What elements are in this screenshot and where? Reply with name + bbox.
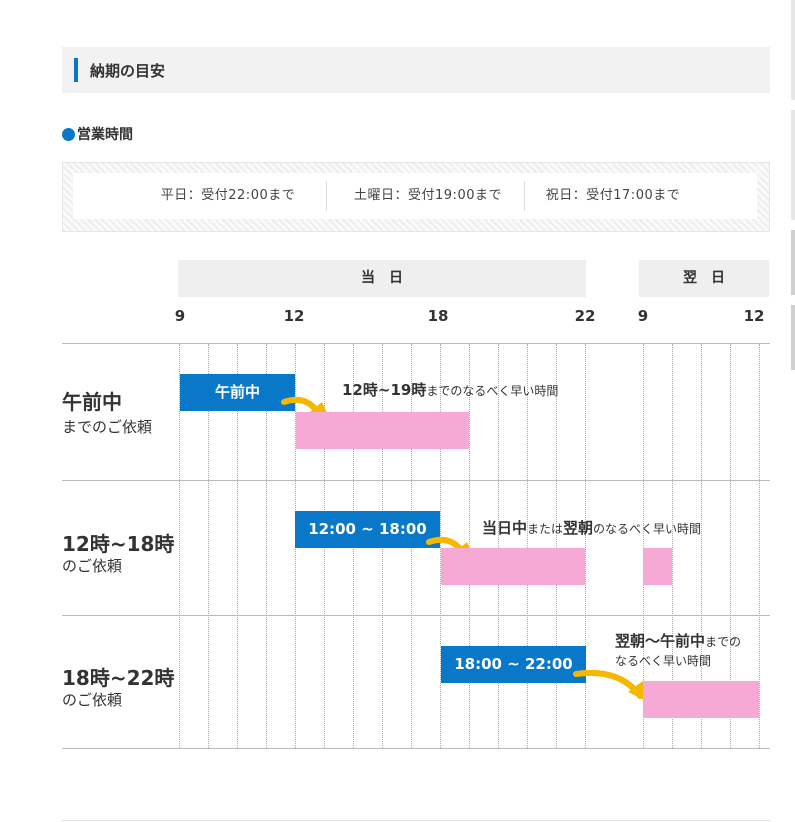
delivery-note-line2: なるべく早い時間 (615, 654, 712, 668)
hours-holiday: 祝日：受付17:00まで (545, 188, 681, 203)
tick-label: 12 (743, 307, 765, 325)
edge-fragment (791, 230, 795, 295)
edge-fragment (791, 305, 795, 370)
row-subtitle: までのご依頼 (62, 418, 153, 436)
hours-divider (326, 181, 327, 211)
tick-label: 18 (427, 307, 449, 325)
grid-line (556, 344, 557, 748)
tick-label: 22 (574, 307, 596, 325)
delivery-window-box (643, 548, 672, 585)
request-window-box: 18:00 ~ 22:00 (441, 646, 586, 683)
business-hours-title: 営業時間 (77, 127, 133, 143)
delivery-note: 当日中または翌朝のなるべく早い時間 (482, 519, 702, 537)
page-bottom-divider (62, 820, 770, 821)
business-hours-box: 平日：受付22:00まで 土曜日：受付19:00まで 祝日：受付17:00まで (73, 173, 757, 219)
hours-divider (524, 181, 525, 211)
business-hours-panel: 平日：受付22:00まで 土曜日：受付19:00まで 祝日：受付17:00まで (62, 162, 770, 232)
row-divider (62, 615, 770, 616)
grid-line (498, 344, 499, 748)
row-subtitle: のご依頼 (62, 557, 123, 575)
delivery-window-box (441, 548, 585, 585)
row-title: 午前中 (62, 390, 122, 414)
business-hours-heading: 営業時間 (62, 124, 133, 144)
grid-line (759, 344, 760, 748)
row-divider (62, 343, 770, 344)
edge-fragment (791, 110, 795, 220)
section-header-accent-bar (74, 58, 78, 82)
request-window-box: 12:00 ~ 18:00 (295, 511, 440, 548)
row-divider (62, 748, 770, 749)
delivery-note: 12時~19時までのなるべく早い時間 (342, 381, 559, 399)
delivery-window-box (296, 412, 469, 449)
grid-line (527, 344, 528, 748)
row-divider (62, 480, 770, 481)
hours-saturday: 土曜日：受付19:00まで (354, 188, 502, 203)
band-next-day: 翌 日 (639, 260, 769, 297)
hours-weekday: 平日：受付22:00まで (160, 188, 296, 203)
delivery-window-box (643, 681, 759, 718)
tick-label: 9 (174, 307, 186, 325)
section-title: 納期の目安 (90, 62, 166, 80)
tick-label: 9 (637, 307, 649, 325)
tick-label: 12 (283, 307, 305, 325)
bullet-dot-icon (62, 128, 75, 141)
request-window-box: 午前中 (180, 374, 295, 411)
row-subtitle: のご依頼 (62, 691, 123, 709)
row-title: 12時~18時 (62, 532, 175, 556)
edge-fragment (791, 0, 795, 100)
band-today: 当 日 (178, 260, 586, 297)
section-header: 納期の目安 (62, 47, 770, 93)
delivery-note: 翌朝～午前中までの (615, 632, 742, 650)
row-title: 18時~22時 (62, 666, 175, 690)
